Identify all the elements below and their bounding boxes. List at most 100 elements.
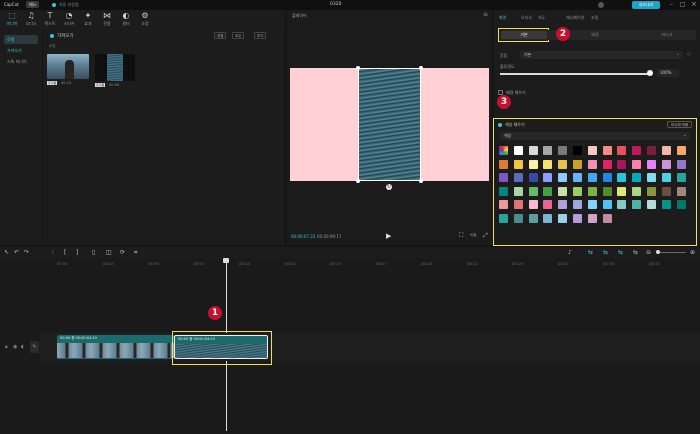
color-swatch[interactable]: [661, 186, 671, 196]
color-swatch[interactable]: [676, 186, 686, 196]
sidebar-item-local[interactable]: 로컬: [4, 35, 38, 44]
color-swatch[interactable]: [528, 173, 538, 183]
color-swatch[interactable]: [602, 186, 612, 196]
opacity-slider-thumb[interactable]: [647, 70, 653, 76]
color-swatch[interactable]: [632, 159, 642, 169]
tab-effects[interactable]: ✦ 효과: [78, 11, 98, 29]
color-swatch[interactable]: [587, 146, 597, 155]
tab-sticker[interactable]: ◔ 스티커: [59, 11, 79, 29]
rotate-handle-icon[interactable]: ↻: [386, 184, 392, 190]
color-swatch[interactable]: [676, 159, 686, 169]
color-swatch[interactable]: [513, 146, 523, 155]
fullscreen-preview-icon[interactable]: ⛶: [459, 232, 463, 240]
playhead-head[interactable]: [223, 258, 229, 263]
color-swatch[interactable]: [632, 173, 642, 183]
color-swatch[interactable]: [587, 173, 597, 183]
apply-all-button[interactable]: 모두에 적용: [667, 121, 693, 128]
resize-handle[interactable]: [419, 66, 423, 70]
inspector-tab-2[interactable]: 속도: [538, 15, 545, 21]
color-swatch[interactable]: [661, 200, 671, 210]
account-icon[interactable]: [598, 2, 604, 8]
resize-handle[interactable]: [419, 179, 423, 183]
color-swatch[interactable]: [587, 186, 597, 196]
color-swatch[interactable]: [499, 214, 508, 223]
color-swatch[interactable]: [558, 146, 568, 155]
mirror-icon[interactable]: ◫: [106, 249, 112, 256]
color-swatch[interactable]: [617, 159, 627, 169]
color-swatch[interactable]: [632, 200, 642, 210]
color-swatch[interactable]: [647, 146, 656, 155]
color-swatch[interactable]: [573, 159, 582, 169]
inspector-tab-3[interactable]: 애니메이션: [566, 15, 584, 21]
color-swatch[interactable]: [528, 186, 538, 196]
color-swatch[interactable]: [676, 173, 686, 183]
visibility-icon[interactable]: ◉: [13, 344, 17, 350]
audio-mute-icon[interactable]: ◖: [21, 344, 24, 350]
color-swatch[interactable]: [602, 159, 612, 169]
color-swatch[interactable]: [543, 159, 553, 169]
color-swatch[interactable]: [543, 173, 553, 183]
undo-icon[interactable]: ↶: [14, 249, 19, 256]
tab-filter[interactable]: ◐ 필터: [116, 11, 136, 29]
lock-icon[interactable]: 🔒︎: [5, 344, 8, 350]
crop-icon[interactable]: ⌗: [134, 249, 137, 257]
cover-button[interactable]: ✎: [30, 341, 39, 353]
color-swatch[interactable]: [617, 173, 627, 183]
color-swatch[interactable]: [499, 186, 508, 196]
color-swatch[interactable]: [587, 159, 597, 169]
import-button[interactable]: 가져오기: [57, 33, 74, 39]
close-icon[interactable]: ×: [691, 0, 697, 8]
minimize-icon[interactable]: –: [670, 1, 673, 8]
resize-handle[interactable]: [356, 66, 360, 70]
subtab-basic[interactable]: 기본: [501, 31, 547, 39]
color-swatch[interactable]: [661, 173, 671, 183]
media-thumb-ocean[interactable]: [95, 54, 135, 81]
color-swatch[interactable]: [647, 173, 656, 183]
custom-color-picker-icon[interactable]: [499, 146, 508, 155]
color-swatch[interactable]: [647, 159, 656, 169]
color-swatch[interactable]: [602, 173, 612, 183]
split-icon[interactable]: ⫶: [52, 249, 54, 257]
ocean-video-frame[interactable]: [358, 68, 421, 181]
color-swatch[interactable]: [676, 200, 686, 210]
color-swatch[interactable]: [617, 200, 627, 210]
color-swatch[interactable]: [528, 159, 538, 169]
resize-handle[interactable]: [356, 179, 360, 183]
delete-icon[interactable]: ▯: [92, 249, 95, 256]
select-tool-icon[interactable]: ↖: [4, 249, 9, 256]
opacity-input[interactable]: 100%: [657, 69, 679, 77]
color-swatch[interactable]: [602, 214, 612, 223]
sidebar-item-stock[interactable]: 스톡 미디어: [4, 57, 38, 66]
filter-all-button[interactable]: 모두: [232, 32, 245, 39]
zoom-in-icon[interactable]: ⊕: [690, 249, 695, 256]
blend-select[interactable]: 기본 ⌄: [520, 51, 683, 59]
color-swatch[interactable]: [499, 159, 508, 169]
color-swatch[interactable]: [602, 200, 612, 210]
timeline-clip-ocean[interactable]: 00:00 중 00:00:04:10: [174, 335, 268, 359]
color-swatch[interactable]: [661, 146, 671, 155]
export-button[interactable]: 내보내기: [632, 1, 660, 9]
play-icon[interactable]: ▶: [386, 232, 391, 240]
reset-icon[interactable]: ◇: [687, 51, 691, 57]
color-swatch[interactable]: [558, 200, 568, 210]
color-panel-toggle-icon[interactable]: [498, 123, 502, 127]
rotate-icon[interactable]: ⟳: [120, 249, 125, 256]
preview-axis-icon[interactable]: ⇆: [618, 249, 623, 256]
inspector-tab-0[interactable]: 화면: [499, 15, 506, 21]
app-logo[interactable]: CapCut: [4, 2, 19, 7]
link-icon[interactable]: ⇆: [588, 249, 593, 256]
color-swatch[interactable]: [528, 146, 538, 155]
media-thumb-woman[interactable]: [47, 54, 89, 79]
color-swatch[interactable]: [558, 159, 568, 169]
zoom-slider-thumb[interactable]: [656, 250, 660, 254]
inspector-tab-1[interactable]: 오디오: [521, 15, 532, 21]
color-swatch[interactable]: [558, 173, 568, 183]
color-swatch[interactable]: [513, 200, 523, 210]
tab-transition[interactable]: ⋈ 전환: [97, 11, 117, 29]
tab-audio[interactable]: ♫ 오디오: [21, 11, 41, 29]
sidebar-item-import[interactable]: 가져오기: [4, 46, 38, 55]
tab-adjust[interactable]: ⚙ 조정: [135, 11, 155, 29]
split-right-icon[interactable]: ]: [76, 249, 78, 256]
color-swatch[interactable]: [543, 146, 553, 155]
color-swatch[interactable]: [647, 186, 656, 196]
